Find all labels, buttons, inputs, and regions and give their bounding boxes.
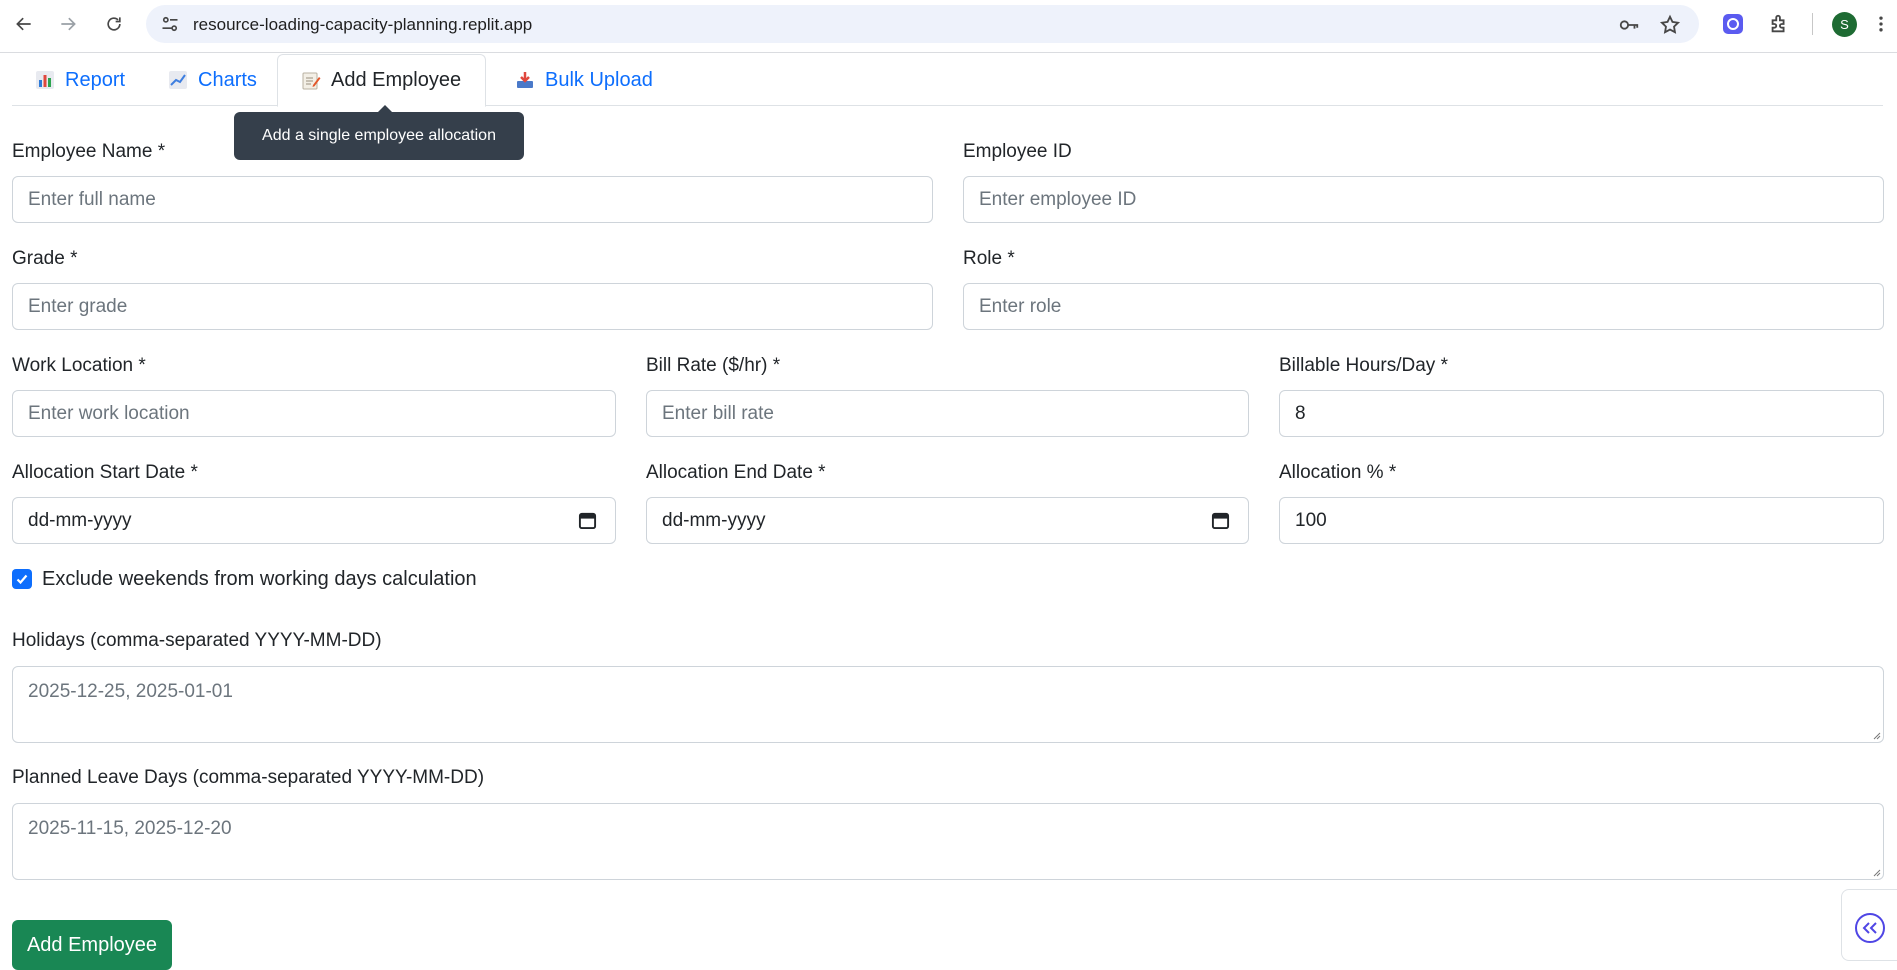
more-menu-icon[interactable] <box>1865 8 1897 40</box>
tab-add-employee[interactable]: Add Employee <box>277 54 487 107</box>
planned-leave-placeholder: 2025-11-15, 2025-12-20 <box>28 818 232 839</box>
planned-leave-label: Planned Leave Days (comma-separated YYYY… <box>12 767 485 788</box>
resize-grip-icon[interactable] <box>1871 730 1881 740</box>
key-icon[interactable] <box>1618 14 1640 36</box>
tab-label: Charts <box>198 68 257 91</box>
allocation-pct-label: Allocation % * <box>1279 462 1397 483</box>
browser-toolbar: resource-loading-capacity-planning.repli… <box>0 0 1897 53</box>
calendar-icon[interactable] <box>578 511 597 530</box>
checkmark-icon <box>16 574 28 585</box>
employee-id-input[interactable]: Enter employee ID <box>963 176 1884 223</box>
end-date-label: Allocation End Date * <box>646 462 826 483</box>
bill-rate-input[interactable]: Enter bill rate <box>646 390 1249 437</box>
profile-avatar[interactable]: S <box>1832 12 1857 37</box>
exclude-weekends-checkbox[interactable] <box>12 569 32 589</box>
tab-charts[interactable]: Charts <box>145 54 281 106</box>
exclude-weekends-label[interactable]: Exclude weekends from working days calcu… <box>42 568 477 591</box>
start-date-input[interactable]: dd-mm-yyyy <box>12 497 616 544</box>
side-panel-toggle[interactable] <box>1841 889 1897 961</box>
start-date-label: Allocation Start Date * <box>12 462 198 483</box>
work-location-input[interactable]: Enter work location <box>12 390 616 437</box>
end-date-input[interactable]: dd-mm-yyyy <box>646 497 1249 544</box>
tab-label: Report <box>65 68 126 91</box>
extension-icon[interactable] <box>1720 11 1746 37</box>
address-bar[interactable]: resource-loading-capacity-planning.repli… <box>146 5 1699 43</box>
grade-label: Grade * <box>12 248 78 269</box>
resize-grip-icon[interactable] <box>1871 867 1881 877</box>
grade-input[interactable]: Enter grade <box>12 283 933 330</box>
tooltip: Add a single employee allocation <box>234 105 524 160</box>
bookmark-star-icon[interactable] <box>1659 14 1681 36</box>
allocation-pct-input[interactable]: 100 <box>1279 497 1884 544</box>
calendar-icon[interactable] <box>1211 511 1230 530</box>
employee-name-label: Employee Name * <box>12 141 166 162</box>
extensions-puzzle-icon[interactable] <box>1766 11 1792 37</box>
work-location-label: Work Location * <box>12 355 146 376</box>
start-date-placeholder: dd-mm-yyyy <box>28 509 132 531</box>
inbox-tray-icon <box>514 69 536 91</box>
billable-hours-label: Billable Hours/Day * <box>1279 355 1448 376</box>
toolbar-divider <box>1812 13 1813 35</box>
holidays-textarea[interactable]: 2025-12-25, 2025-01-01 <box>12 666 1884 743</box>
bar-chart-icon <box>34 69 56 91</box>
url-text: resource-loading-capacity-planning.repli… <box>193 15 533 34</box>
planned-leave-textarea[interactable]: 2025-11-15, 2025-12-20 <box>12 803 1884 880</box>
double-chevron-left-icon <box>1855 913 1885 943</box>
tab-label: Bulk Upload <box>545 68 653 91</box>
role-label: Role * <box>963 248 1015 269</box>
role-input[interactable]: Enter role <box>963 283 1884 330</box>
tab-report[interactable]: Report <box>12 54 149 106</box>
add-employee-button[interactable]: Add Employee <box>12 920 172 970</box>
holidays-placeholder: 2025-12-25, 2025-01-01 <box>28 681 233 702</box>
tab-label: Add Employee <box>331 69 462 91</box>
bill-rate-label: Bill Rate ($/hr) * <box>646 355 781 376</box>
end-date-placeholder: dd-mm-yyyy <box>662 509 766 531</box>
billable-hours-input[interactable]: 8 <box>1279 390 1884 437</box>
employee-id-label: Employee ID <box>963 141 1072 162</box>
line-chart-icon <box>167 69 189 91</box>
holidays-label: Holidays (comma-separated YYYY-MM-DD) <box>12 630 382 651</box>
employee-name-input[interactable]: Enter full name <box>12 176 933 223</box>
site-settings-icon[interactable] <box>160 14 180 34</box>
tab-bulk-upload[interactable]: Bulk Upload <box>492 54 677 106</box>
tab-bar: Report Charts Add Employee Bulk Upload <box>12 54 1883 107</box>
memo-icon <box>300 70 322 92</box>
reload-icon[interactable] <box>98 8 130 40</box>
forward-icon[interactable] <box>52 8 84 40</box>
back-icon[interactable] <box>8 8 40 40</box>
